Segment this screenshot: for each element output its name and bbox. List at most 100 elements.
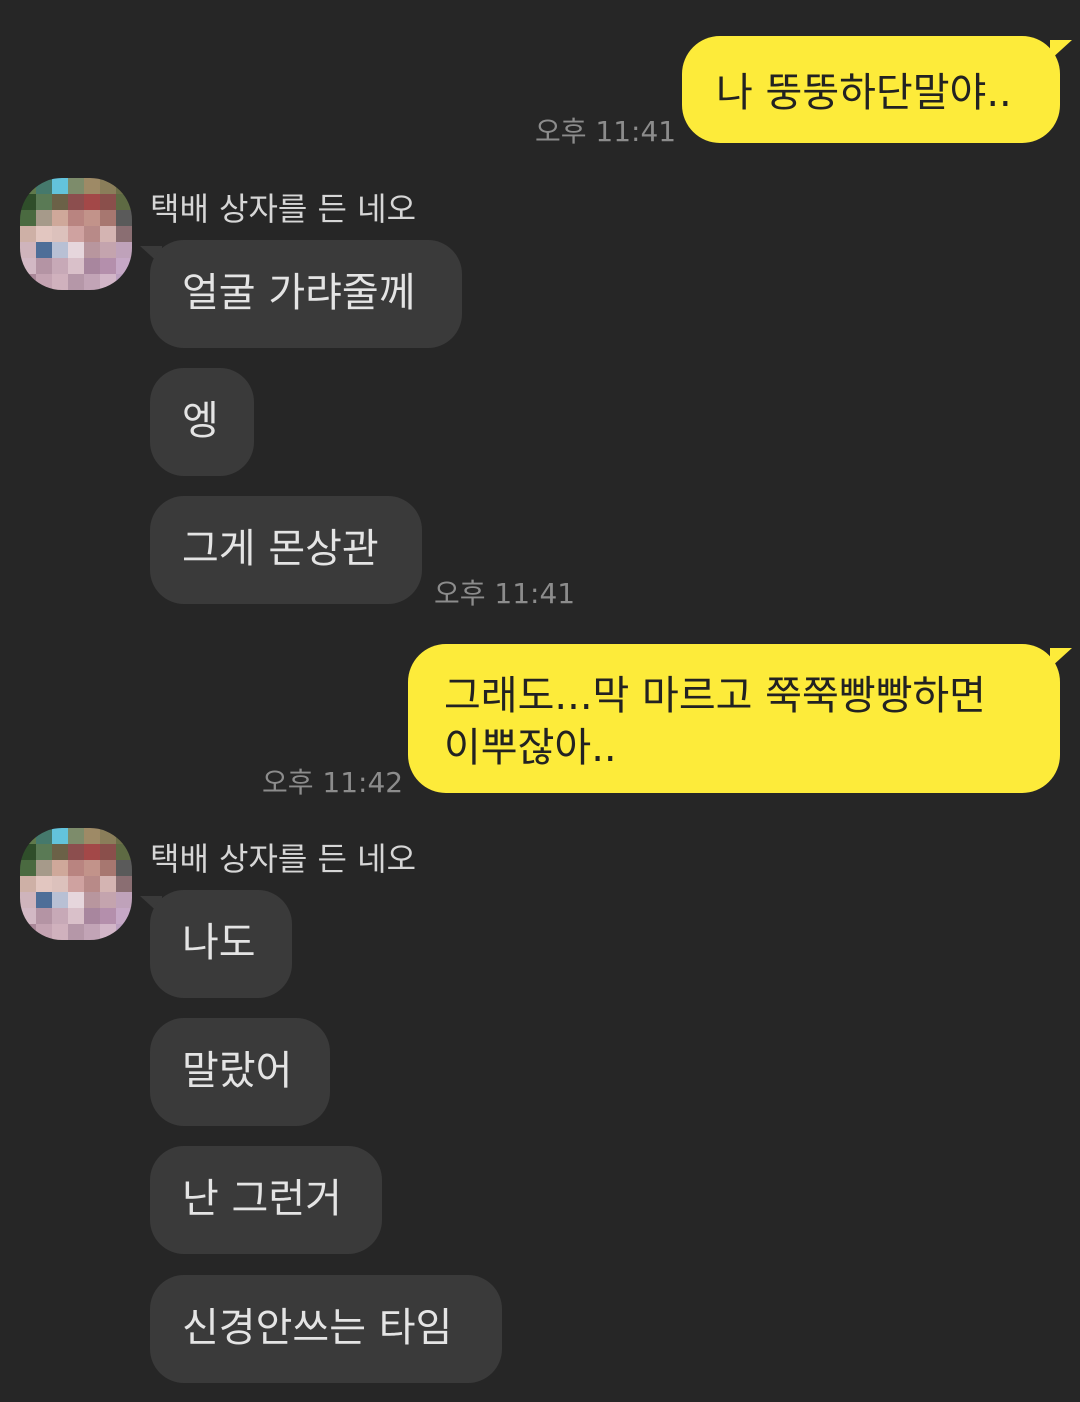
avatar-pixel — [20, 876, 36, 892]
avatar-pixel — [84, 242, 100, 258]
avatar-pixel — [52, 242, 68, 258]
incoming-message[interactable]: 말랐어 — [150, 1018, 330, 1126]
avatar-pixel — [20, 828, 36, 844]
avatar-pixel — [20, 210, 36, 226]
avatar-pixel — [100, 178, 116, 194]
avatar-pixel — [52, 274, 68, 290]
avatar-pixel — [36, 242, 52, 258]
message-text: 나도 — [182, 920, 256, 966]
chat-view[interactable]: 나 뚱뚱하단말야.. 오후 11:41 택배 상자를 든 네오 얼굴 가랴줄께 … — [0, 0, 1080, 1402]
avatar-pixel — [68, 210, 84, 226]
avatar-pixel — [116, 178, 132, 194]
avatar-pixel — [100, 892, 116, 908]
avatar-pixel — [52, 828, 68, 844]
avatar-pixel — [68, 194, 84, 210]
sender-avatar[interactable] — [20, 828, 132, 940]
avatar-pixel — [52, 908, 68, 924]
avatar-pixel — [52, 860, 68, 876]
outgoing-message[interactable]: 나 뚱뚱하단말야.. — [682, 36, 1060, 143]
avatar-pixel — [52, 194, 68, 210]
avatar-pixel — [116, 242, 132, 258]
incoming-message[interactable]: 나도 — [150, 890, 292, 998]
message-text: 엥 — [182, 398, 219, 444]
avatar-pixel — [20, 924, 36, 940]
avatar-pixel — [36, 258, 52, 274]
avatar-pixel — [116, 226, 132, 242]
avatar-pixel — [68, 908, 84, 924]
avatar-pixel — [36, 924, 52, 940]
avatar-pixel — [20, 908, 36, 924]
avatar-pixel — [100, 876, 116, 892]
avatar-pixel — [84, 226, 100, 242]
avatar-pixel — [116, 210, 132, 226]
avatar-pixel — [20, 258, 36, 274]
avatar-pixel — [52, 178, 68, 194]
avatar-pixel — [68, 226, 84, 242]
message-timestamp: 오후 11:42 — [262, 766, 404, 799]
avatar-pixel — [100, 242, 116, 258]
avatar-pixel — [36, 828, 52, 844]
avatar-pixel — [100, 924, 116, 940]
avatar-pixel — [68, 876, 84, 892]
avatar-pixel — [116, 924, 132, 940]
message-text: 신경안쓰는 타임 — [182, 1305, 453, 1351]
avatar-pixel — [36, 876, 52, 892]
avatar-pixel — [52, 258, 68, 274]
avatar-pixel — [20, 194, 36, 210]
message-timestamp: 오후 11:41 — [434, 577, 576, 610]
sender-avatar[interactable] — [20, 178, 132, 290]
avatar-pixel — [36, 274, 52, 290]
avatar-pixel — [100, 210, 116, 226]
avatar-pixel — [36, 844, 52, 860]
avatar-pixel — [116, 274, 132, 290]
avatar-pixel — [68, 258, 84, 274]
incoming-message[interactable]: 그게 몬상관 — [150, 496, 422, 604]
avatar-pixel — [100, 226, 116, 242]
bubble-tail — [1050, 648, 1072, 668]
avatar-pixel — [36, 226, 52, 242]
message-text: 그게 몬상관 — [182, 526, 379, 572]
avatar-pixel — [20, 226, 36, 242]
avatar-pixel — [84, 274, 100, 290]
message-text: 난 그런거 — [182, 1176, 342, 1222]
message-timestamp: 오후 11:41 — [535, 115, 677, 148]
message-text: 말랐어 — [182, 1048, 293, 1094]
avatar-pixel — [84, 908, 100, 924]
avatar-pixel — [68, 828, 84, 844]
avatar-pixel — [84, 258, 100, 274]
avatar-pixel — [52, 210, 68, 226]
avatar-pixel — [84, 876, 100, 892]
avatar-pixel — [116, 258, 132, 274]
message-text: 얼굴 가랴줄께 — [182, 270, 416, 316]
outgoing-message[interactable]: 그래도...막 마르고 쭉쭉빵빵하면 이뿌잖아.. — [408, 644, 1060, 793]
avatar-pixel — [84, 210, 100, 226]
avatar-pixel — [116, 844, 132, 860]
avatar-pixel — [100, 844, 116, 860]
avatar-pixel — [100, 258, 116, 274]
avatar-pixel — [116, 908, 132, 924]
avatar-pixel — [116, 860, 132, 876]
avatar-pixel — [84, 844, 100, 860]
avatar-pixel — [84, 892, 100, 908]
avatar-pixel — [36, 908, 52, 924]
incoming-message[interactable]: 난 그런거 — [150, 1146, 382, 1254]
avatar-pixel — [68, 178, 84, 194]
avatar-pixel — [100, 274, 116, 290]
avatar-pixel — [68, 892, 84, 908]
avatar-pixel — [20, 274, 36, 290]
incoming-message[interactable]: 엥 — [150, 368, 254, 476]
message-text-line: 그래도...막 마르고 쭉쭉빵빵하면 — [444, 673, 986, 719]
avatar-pixel — [20, 178, 36, 194]
avatar-pixel — [36, 178, 52, 194]
avatar-pixel — [84, 828, 100, 844]
avatar-pixel — [100, 828, 116, 844]
incoming-message[interactable]: 신경안쓰는 타임 — [150, 1275, 502, 1383]
avatar-pixel — [36, 860, 52, 876]
incoming-message[interactable]: 얼굴 가랴줄께 — [150, 240, 462, 348]
sender-name: 택배 상자를 든 네오 — [150, 190, 417, 228]
avatar-pixel — [20, 860, 36, 876]
avatar-pixel — [84, 924, 100, 940]
avatar-pixel — [52, 226, 68, 242]
avatar-pixel — [116, 194, 132, 210]
avatar-pixel — [68, 242, 84, 258]
